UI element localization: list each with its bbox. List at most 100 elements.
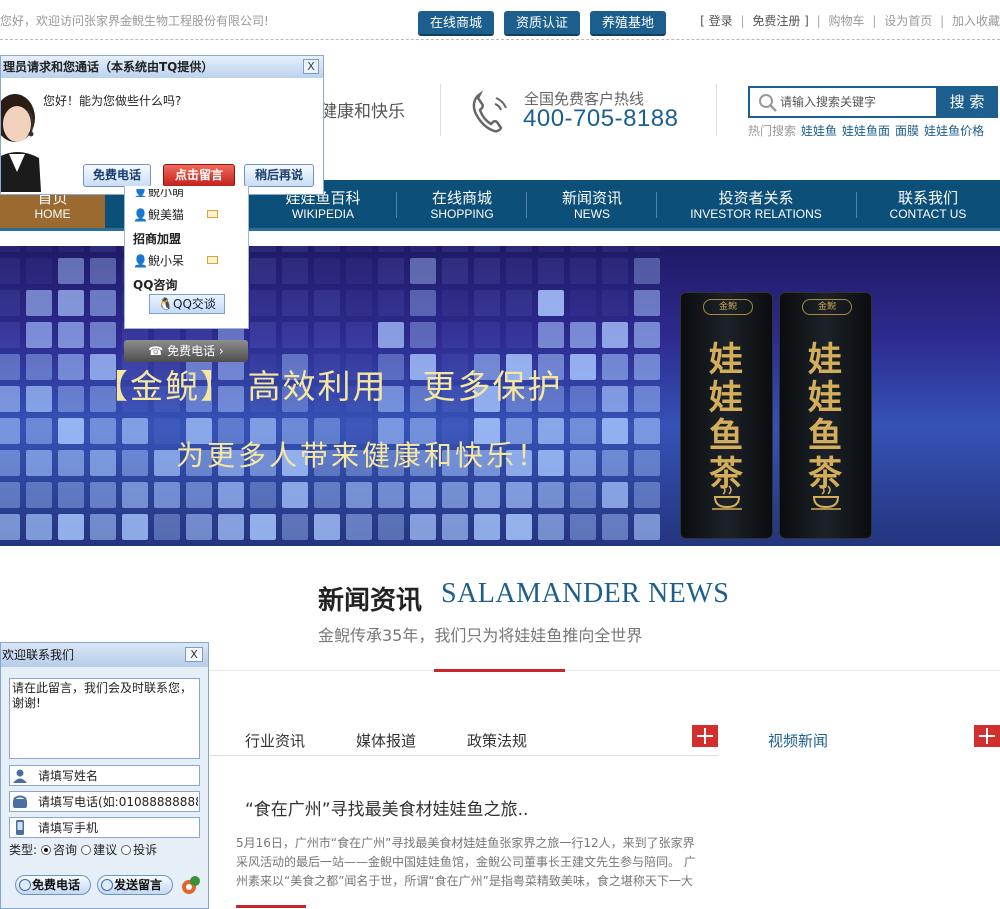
breeding-base-button[interactable]: 养殖基地 (590, 11, 666, 36)
radio-complain[interactable] (121, 845, 132, 855)
news-section-title: 新闻资讯 (318, 586, 423, 616)
phone-field[interactable] (9, 791, 200, 812)
radio-consult[interactable] (41, 845, 52, 855)
section-accent-bar (434, 669, 565, 672)
name-field[interactable] (9, 765, 200, 786)
mobile-icon (16, 820, 24, 835)
nav-divider (526, 192, 527, 218)
cart-link[interactable]: 购物车 (829, 14, 865, 28)
news-headline[interactable]: “食在广州”寻找最美食材娃娃鱼之旅.. (245, 795, 528, 820)
banner-title: 【金鲵】 高效利用 更多保护 (95, 367, 563, 406)
tab-industry-news[interactable]: 行业资讯 (245, 730, 305, 751)
radio-suggest[interactable] (81, 845, 92, 855)
nav-label-en: HOME (34, 207, 71, 221)
top-links: [ 登录 | 免费注册 ] | 购物车 | 设为首页 | 加入收藏 (700, 12, 1000, 29)
separator: | (872, 14, 877, 28)
send-message-label: 发送留言 (114, 878, 163, 892)
nav-divider (396, 192, 397, 218)
qq-penguin-icon: 🐧 (158, 297, 174, 311)
nav-label: 新闻资讯 (561, 189, 622, 207)
tq-popup-header: 理员请求和您通话（本系统由TQ提供） (1, 56, 323, 78)
video-news-title[interactable]: 视频新闻 (768, 730, 828, 751)
search-icon (759, 94, 777, 112)
certification-button[interactable]: 资质认证 (504, 11, 580, 36)
phone-icon: ☎ (148, 344, 164, 358)
service-contact[interactable]: 👤鲵美猫 (133, 206, 184, 223)
leave-message-button[interactable]: 点击留言 (163, 164, 235, 187)
nav-label: 在线商城 (431, 189, 492, 207)
search-button[interactable]: 搜 索 (936, 86, 998, 118)
hot-keyword[interactable]: 娃娃鱼 (801, 124, 837, 138)
contact-name: 鲵美猫 (147, 208, 184, 222)
product-package: 金鲵 娃娃鱼茶 (680, 292, 773, 539)
form-free-call-button[interactable]: 免费电话 (15, 875, 91, 895)
free-call-tab[interactable]: ☎ 免费电话 › (124, 340, 248, 362)
contact-name: 鲵小萌 (147, 189, 184, 197)
free-call-button[interactable]: 免费电话 (83, 164, 151, 187)
add-favorite-link[interactable]: 加入收藏 (952, 14, 1000, 28)
mail-icon[interactable] (207, 210, 218, 218)
nav-investor-relations[interactable]: 投资者关系 INVESTOR RELATIONS (658, 180, 854, 228)
hot-keyword[interactable]: 娃娃鱼面 (842, 124, 890, 138)
package-brand: 娃娃鱼茶 (808, 340, 842, 494)
bracket: [ (700, 14, 705, 28)
user-icon (13, 769, 27, 783)
service-contact-partial[interactable]: 👤鲵小萌 (133, 189, 184, 197)
nav-label-en: INVESTOR RELATIONS (690, 207, 822, 221)
nav-label-en: SHOPPING (430, 207, 494, 221)
agent-avatar (1, 94, 41, 192)
tab-media-reports[interactable]: 媒体报道 (356, 730, 416, 751)
banner-subtitle: 为更多人带来健康和快乐！ (176, 439, 549, 472)
panel-heading: 招商加盟 (133, 232, 182, 246)
tea-cup-icon (712, 485, 742, 510)
nav-shopping[interactable]: 在线商城 SHOPPING (398, 180, 526, 228)
nav-divider (656, 192, 657, 218)
hot-keyword[interactable]: 娃娃鱼价格 (924, 124, 984, 138)
header-tagline: 健康和快乐 (320, 102, 405, 122)
send-message-button[interactable]: 发送留言 (97, 875, 173, 895)
nav-contact-us[interactable]: 联系我们 CONTACT US (858, 180, 998, 228)
user-icon: 👤 (133, 254, 148, 268)
tea-cup-icon (811, 485, 841, 510)
tab-divider (210, 755, 718, 756)
mobile-field[interactable] (9, 817, 200, 838)
mail-icon[interactable] (207, 256, 218, 264)
welcome-text: 您好，欢迎访问张家界金鲵生物工程股份有限公司! (0, 14, 269, 28)
radio-label: 投诉 (133, 843, 158, 857)
close-icon[interactable]: X (303, 59, 319, 74)
chevron-right-icon: › (218, 344, 224, 358)
qq-chat-button[interactable]: 🐧QQ交谈 (149, 294, 225, 314)
name-input[interactable] (38, 767, 198, 784)
phone-icon (472, 90, 507, 133)
close-icon[interactable]: X (185, 647, 203, 662)
package-logo: 金鲵 (802, 299, 852, 315)
later-button[interactable]: 稍后再说 (244, 164, 314, 187)
nav-label-en: CONTACT US (889, 207, 967, 221)
hot-keyword[interactable]: 面膜 (895, 124, 919, 138)
mobile-input[interactable] (38, 819, 198, 836)
login-link[interactable]: 登录 (709, 14, 733, 28)
radio-label: 建议 (93, 843, 118, 857)
phone-input[interactable] (38, 793, 198, 810)
news-section-subtitle: 金鲵传承35年，我们只为将娃娃鱼推向全世界 (318, 626, 643, 645)
online-mall-button[interactable]: 在线商城 (418, 11, 494, 36)
nav-news[interactable]: 新闻资讯 NEWS (528, 180, 656, 228)
tab-policies[interactable]: 政策法规 (467, 730, 527, 751)
contact-form-widget: 欢迎联系我们 X 请在此留言，我们会及时联系您，谢谢! 类型: 咨询 建议 投诉 免费… (0, 642, 209, 909)
set-homepage-link[interactable]: 设为首页 (884, 14, 932, 28)
news-accent-bar (236, 905, 306, 908)
register-link[interactable]: 免费注册 (752, 14, 800, 28)
message-textarea[interactable]: 请在此留言，我们会及时联系您，谢谢! (9, 678, 200, 759)
service-contact[interactable]: 👤鲵小呆 (133, 252, 184, 269)
more-news-button[interactable] (692, 725, 718, 747)
panel-heading: QQ咨询 (133, 278, 178, 292)
more-video-button[interactable] (974, 725, 1000, 747)
user-icon: 👤 (133, 189, 148, 197)
search-input[interactable] (780, 91, 930, 113)
package-brand: 娃娃鱼茶 (709, 340, 743, 494)
user-icon: 👤 (133, 208, 148, 222)
separator: | (816, 14, 821, 28)
news-excerpt: 5月16日，广州市“食在广州”寻找最美食材娃娃鱼张家界之旅一行12人，来到了张家… (236, 836, 696, 888)
news-section-title-en: SALAMANDER NEWS (441, 578, 730, 609)
radio-label: 咨询 (53, 843, 78, 857)
